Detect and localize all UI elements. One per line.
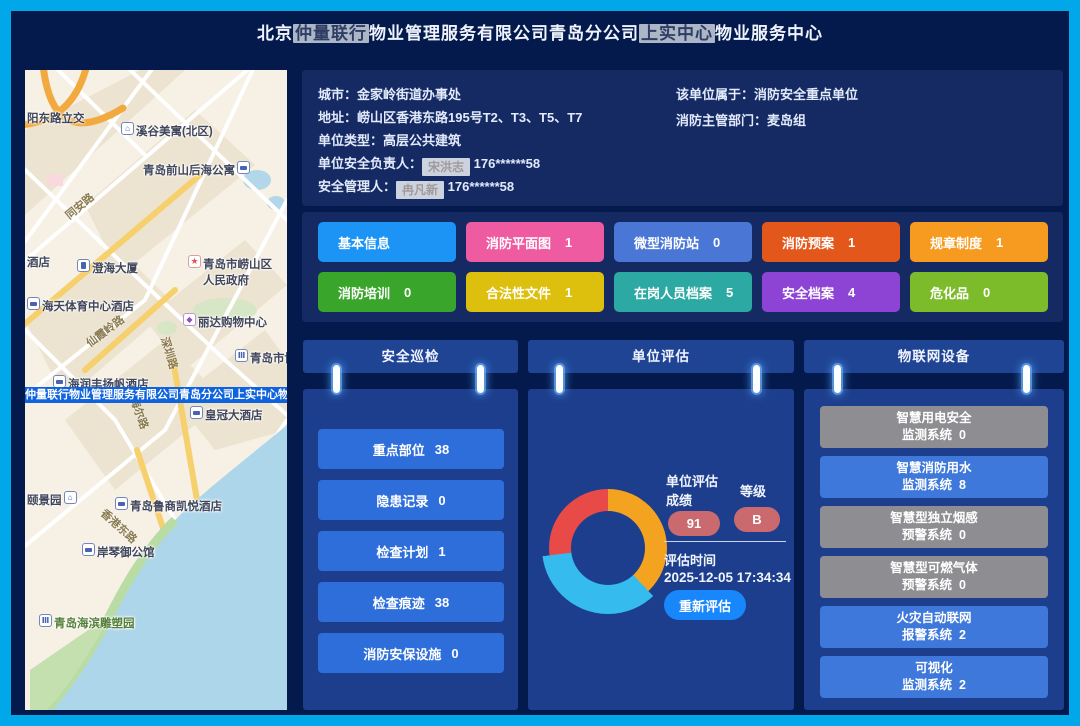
score-label: 单位评估成绩 [666, 471, 718, 509]
dashboard-screen: 北京仲量联行物业管理服务有限公司青岛分公司上实中心物业服务中心 [0, 0, 1080, 726]
hotel-icon [82, 543, 95, 556]
hotel-icon [27, 297, 40, 310]
map-poi: 青岛前山后海公寓 [143, 162, 250, 178]
page-title: 北京仲量联行物业管理服务有限公司青岛分公司上实中心物业服务中心 [0, 19, 1080, 44]
home-icon: ⌂ [64, 491, 77, 504]
museum-icon: Ⅲ [39, 614, 52, 627]
info-city: 城市：金家岭街道办事处 [318, 84, 461, 103]
info-unit-type: 单位类型：高层公共建筑 [318, 130, 461, 149]
info-safety-manager: 安全管理人：冉凡新 176******58 [318, 176, 514, 199]
map-poi: Ⅲ青岛市博 [235, 350, 287, 366]
home-icon: ⌂ [121, 122, 134, 135]
score-badge: 91 [668, 511, 720, 536]
map-poi: 澄海大厦 [77, 260, 138, 276]
button-inspection-plan[interactable]: 检查计划1 [318, 531, 504, 571]
hotel-icon [190, 406, 203, 419]
button-smart-fire-water-monitor[interactable]: 智慧消防用水监测系统 8 [820, 456, 1048, 498]
map-poi: 颐景园⌂ [27, 492, 77, 508]
info-dept: 消防主管部门：麦岛组 [676, 110, 806, 129]
button-fire-predef-plan[interactable]: 消防预案1 [762, 222, 900, 262]
info-belongs: 该单位属于：消防安全重点单位 [676, 84, 858, 103]
safety-patrol-panel: 安全巡检 重点部位38 隐患记录0 检查计划1 检查痕迹38 消防安保设施0 [303, 340, 518, 710]
hotel-icon [115, 497, 128, 510]
info-address: 地址：崂山区香港东路195号T2、T3、T5、T7 [318, 107, 582, 126]
unit-evaluation-panel: 单位评估 单位评估成绩 等级 91 B 评估时间 2025-12-05 17:3… [528, 340, 794, 710]
map-poi: ★青岛市崂山区人民政府 [188, 256, 272, 288]
grade-label: 等级 [740, 481, 766, 500]
button-fire-training[interactable]: 消防培训0 [318, 272, 456, 312]
button-inspection-traces[interactable]: 检查痕迹38 [318, 582, 504, 622]
grade-badge: B [734, 507, 780, 532]
button-hazardous-chemicals[interactable]: 危化品0 [910, 272, 1048, 312]
unit-info-panel: 城市：金家岭街道办事处 地址：崂山区香港东路195号T2、T3、T5、T7 单位… [302, 70, 1063, 206]
stat-buttons-panel: 基本信息 消防平面图1 微型消防站0 消防预案1 规章制度1 消防培训0 合法性… [302, 212, 1063, 322]
map-poi: ◆丽达购物中心 [183, 314, 267, 330]
map-poi: 青岛鲁商凯悦酒店 [115, 498, 222, 514]
museum-icon: Ⅲ [235, 349, 248, 362]
title-part: 北京 [257, 24, 293, 43]
safety-patrol-body: 重点部位38 隐患记录0 检查计划1 检查痕迹38 消防安保设施0 [303, 389, 518, 710]
title-part: 物业服务中心 [715, 24, 823, 43]
button-smoke-detector-warning[interactable]: 智慧型独立烟感预警系统 0 [820, 506, 1048, 548]
re-evaluate-button[interactable]: 重新评估 [664, 590, 746, 620]
location-map[interactable]: 阳东路立交 ⌂溪谷美寓(北区) 青岛前山后海公寓 酒店 澄海大厦 ★青岛市崂山区… [25, 70, 287, 710]
panel-pin [477, 365, 484, 393]
panel-pin [1023, 365, 1030, 393]
panel-pin [753, 365, 760, 393]
unit-evaluation-body: 单位评估成绩 等级 91 B 评估时间 2025-12-05 17:34:34 … [528, 389, 794, 710]
map-poi: 酒店 [27, 254, 50, 270]
title-redaction: 仲量联行 [293, 24, 369, 43]
title-part: 物业管理服务有限公司青岛分公司 [369, 24, 639, 43]
button-micro-fire-station[interactable]: 微型消防站0 [614, 222, 752, 262]
button-legal-files[interactable]: 合法性文件1 [466, 272, 604, 312]
button-key-locations[interactable]: 重点部位38 [318, 429, 504, 469]
map-company-banner: 仲量联行物业管理服务有限公司青岛分公司上实中心物业服 [25, 387, 287, 403]
shopping-icon: ◆ [183, 313, 196, 326]
button-fire-security-facilities[interactable]: 消防安保设施0 [318, 633, 504, 673]
map-poi: Ⅲ青岛海滨雕塑园 [39, 615, 135, 631]
evaluation-donut-hole [571, 511, 645, 585]
name-redaction: 冉凡新 [396, 181, 444, 199]
button-smart-electric-monitor[interactable]: 智慧用电安全监测系统 0 [820, 406, 1048, 448]
evaluation-time-value: 2025-12-05 17:34:34 [664, 570, 791, 585]
button-rules[interactable]: 规章制度1 [910, 222, 1048, 262]
button-visual-monitor-system[interactable]: 可视化监测系统 2 [820, 656, 1048, 698]
map-poi: 岸琴御公馆 [82, 544, 155, 560]
government-star-icon: ★ [188, 255, 201, 268]
button-safety-files[interactable]: 安全档案4 [762, 272, 900, 312]
panel-pin [333, 365, 340, 393]
panel-pin [834, 365, 841, 393]
map-poi: ⌂溪谷美寓(北区) [121, 123, 213, 139]
panel-pin [556, 365, 563, 393]
title-redaction: 上实中心 [639, 24, 715, 43]
iot-devices-body: 智慧用电安全监测系统 0 智慧消防用水监测系统 8 智慧型独立烟感预警系统 0 … [804, 389, 1064, 710]
iot-devices-panel: 物联网设备 智慧用电安全监测系统 0 智慧消防用水监测系统 8 智慧型独立烟感预… [804, 340, 1064, 710]
button-fire-auto-alarm-network[interactable]: 火灾自动联网报警系统 2 [820, 606, 1048, 648]
button-hazard-records[interactable]: 隐患记录0 [318, 480, 504, 520]
info-safety-head: 单位安全负责人：宋洪志 176******58 [318, 153, 540, 176]
name-redaction: 宋洪志 [422, 158, 470, 176]
evaluation-time-label: 评估时间 [664, 550, 716, 569]
divider [664, 541, 786, 542]
hotel-icon [237, 161, 250, 174]
map-poi: 阳东路立交 [27, 110, 85, 126]
button-basic-info[interactable]: 基本信息 [318, 222, 456, 262]
building-icon [77, 259, 90, 272]
button-gas-detector-warning[interactable]: 智慧型可燃气体预警系统 0 [820, 556, 1048, 598]
map-poi: 皇冠大酒店 [190, 407, 263, 423]
button-fire-plan-map[interactable]: 消防平面图1 [466, 222, 604, 262]
button-staff-files[interactable]: 在岗人员档案5 [614, 272, 752, 312]
